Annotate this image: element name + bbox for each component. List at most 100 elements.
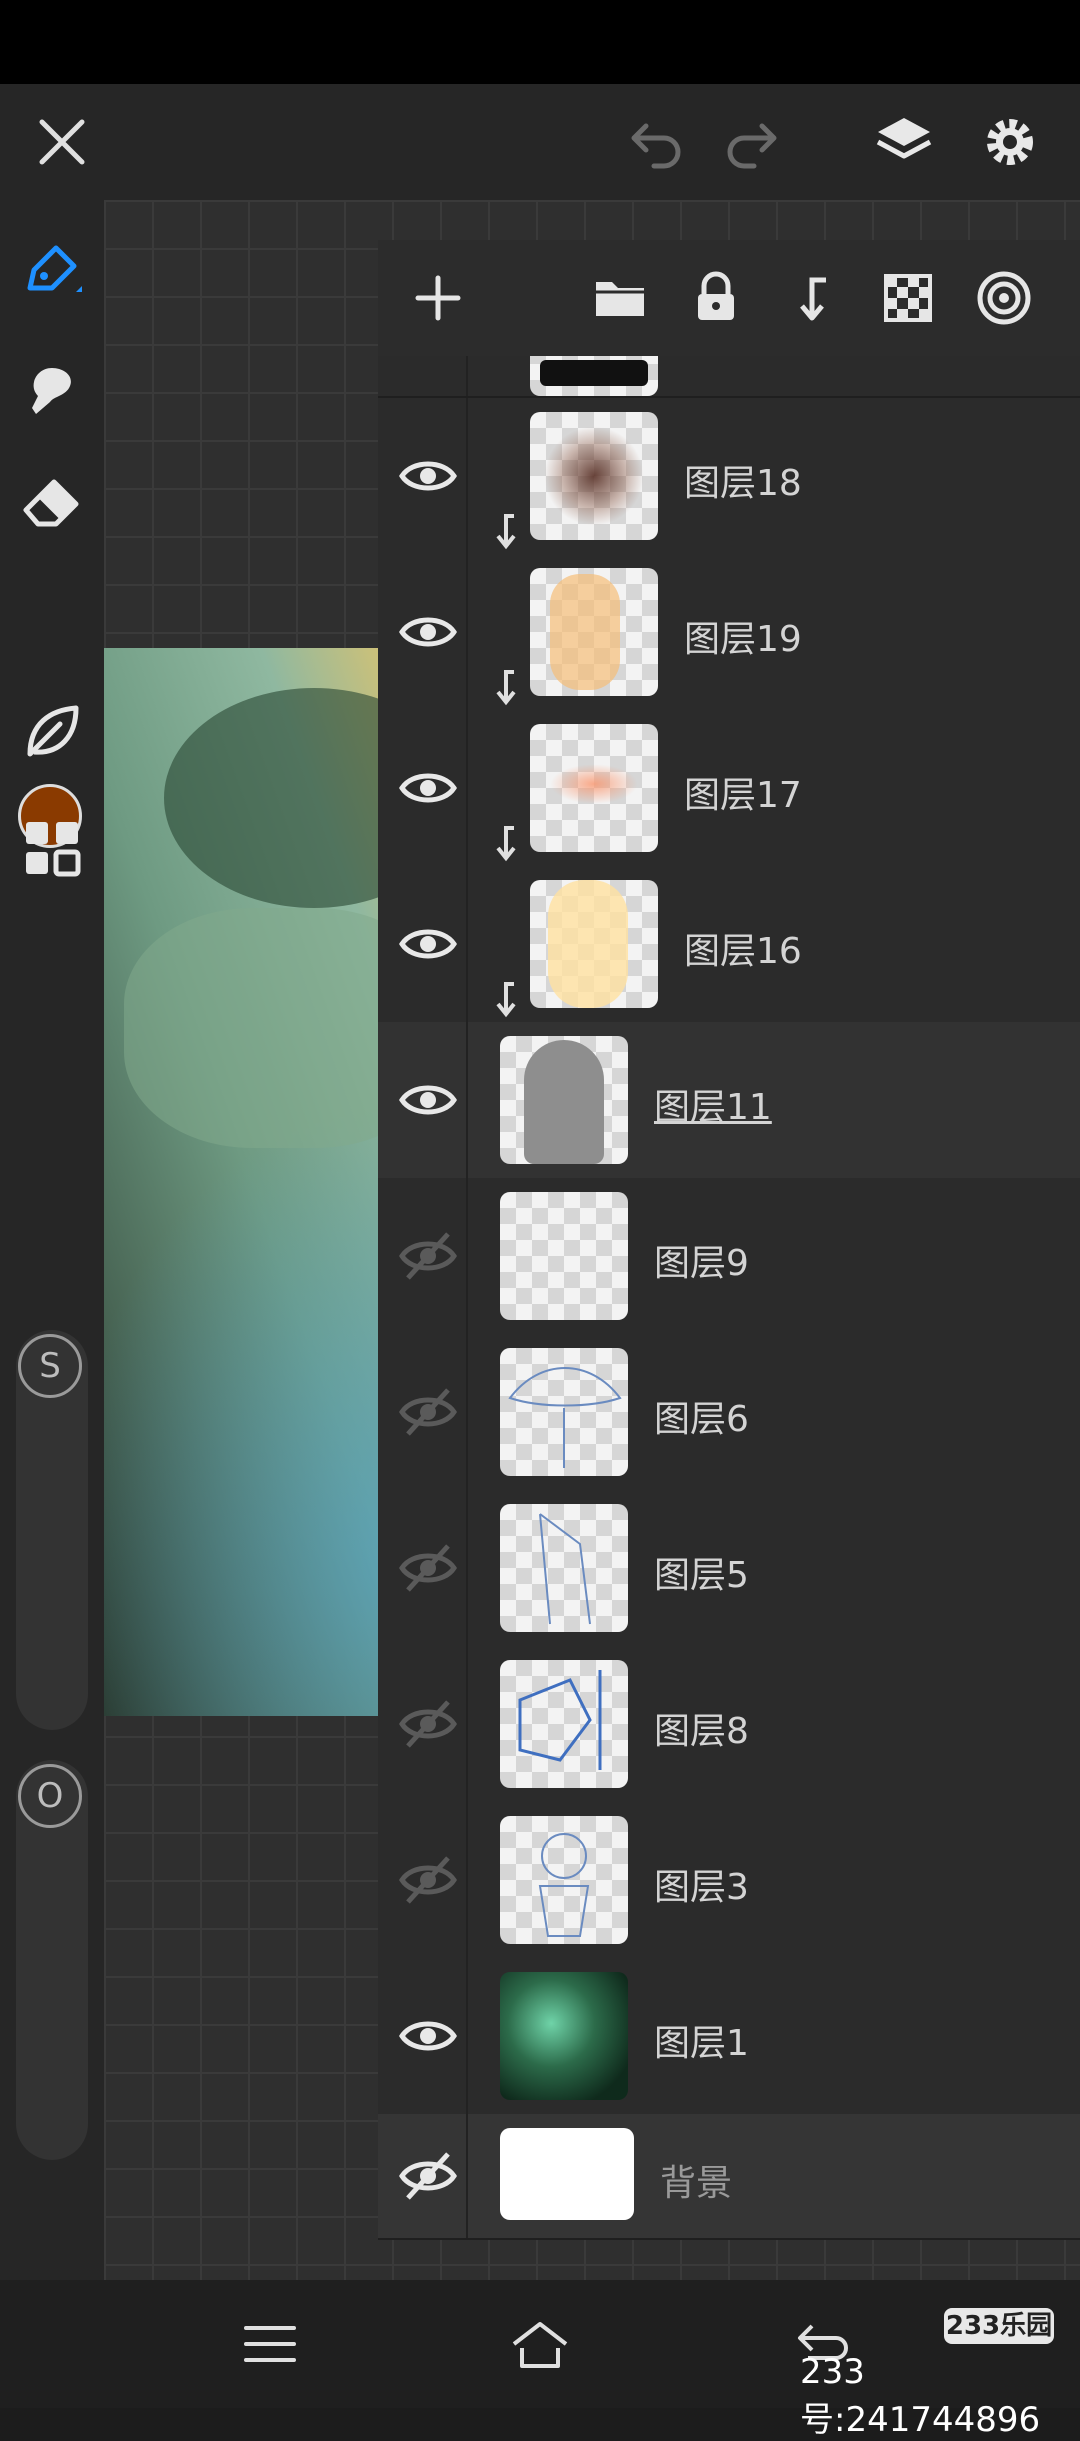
eye-hidden-icon[interactable] [398, 1694, 458, 1754]
eraser-tool-button[interactable] [14, 464, 90, 540]
clip-arrow-icon [496, 670, 516, 706]
clip-arrow-icon [496, 982, 516, 1018]
layer-thumbnail [530, 412, 658, 540]
layer-name: 图层1 [654, 2023, 749, 2064]
filter-tool-button[interactable] [14, 694, 90, 770]
blend-icon[interactable] [974, 268, 1034, 328]
status-bar [0, 0, 1080, 84]
layer-row-selected[interactable]: 图层11 [378, 1022, 1080, 1180]
smudge-icon [32, 368, 71, 414]
layer-thumbnail [500, 1192, 628, 1320]
eye-hidden-icon[interactable] [398, 2146, 458, 2206]
row-divider [466, 1022, 468, 1178]
layer-thumbnail [530, 356, 658, 396]
opacity-label: O [36, 1776, 64, 1816]
layer-name: 图层18 [684, 463, 802, 504]
row-divider [466, 1646, 468, 1802]
layer-thumbnail [500, 1036, 628, 1164]
gear-icon[interactable] [978, 110, 1042, 174]
eye-hidden-icon[interactable] [398, 1850, 458, 1910]
layer-name: 图层3 [654, 1867, 749, 1908]
eye-hidden-icon[interactable] [398, 1538, 458, 1598]
layer-row-background[interactable]: 背景 [378, 2114, 1080, 2240]
transparency-icon[interactable] [878, 268, 938, 328]
eye-icon[interactable] [398, 1070, 458, 1130]
materials-button[interactable] [14, 810, 90, 886]
leaf-icon [27, 705, 79, 757]
layer-row[interactable]: 图层3 [378, 1802, 1080, 1960]
eye-icon[interactable] [398, 758, 458, 818]
watermark-badge: 233乐园 [944, 2308, 1054, 2344]
home-icon[interactable] [508, 2314, 572, 2374]
row-divider [466, 866, 468, 1022]
row-divider [466, 1802, 468, 1958]
brush-size-knob[interactable]: S [18, 1334, 82, 1398]
eye-icon[interactable] [398, 446, 458, 506]
row-divider [466, 356, 468, 396]
grid-icon [26, 822, 81, 877]
eye-icon[interactable] [398, 602, 458, 662]
eye-hidden-icon[interactable] [398, 1226, 458, 1286]
layers-icon[interactable] [872, 110, 936, 174]
layer-thumbnail [530, 880, 658, 1008]
layer-thumbnail [500, 2128, 634, 2220]
tool-sidebar: S O [0, 200, 104, 2280]
menu-icon[interactable] [238, 2314, 302, 2374]
layer-row[interactable]: 图层18 [378, 398, 1080, 556]
close-icon[interactable] [30, 110, 94, 174]
row-divider [466, 1334, 468, 1490]
row-divider [466, 710, 468, 866]
folder-icon[interactable] [590, 268, 650, 328]
layer-row[interactable]: 图层5 [378, 1490, 1080, 1648]
layer-name: 图层8 [654, 1711, 749, 1752]
layer-row[interactable]: 图层9 [378, 1178, 1080, 1336]
row-divider [466, 554, 468, 710]
eye-hidden-icon[interactable] [398, 1382, 458, 1442]
row-divider [466, 2114, 468, 2238]
clip-arrow-icon [496, 514, 516, 550]
eye-icon[interactable] [398, 2006, 458, 2066]
layer-name: 图层17 [684, 775, 802, 816]
layer-name: 图层6 [654, 1399, 749, 1440]
row-divider [466, 398, 468, 554]
layer-thumbnail [500, 1348, 628, 1476]
layer-thumbnail [530, 724, 658, 852]
pen-icon [27, 245, 82, 292]
layer-row[interactable]: 图层8 [378, 1646, 1080, 1804]
undo-icon[interactable] [624, 110, 688, 174]
add-layer-icon[interactable] [408, 268, 468, 328]
row-divider [466, 1178, 468, 1334]
layer-name: 图层9 [654, 1243, 749, 1284]
eraser-icon [23, 479, 79, 527]
layer-row[interactable]: 图层16 [378, 866, 1080, 1024]
pen-tool-button[interactable] [14, 234, 90, 310]
layer-name: 图层16 [684, 931, 802, 972]
layer-row[interactable]: 图层17 [378, 710, 1080, 868]
row-divider [466, 1958, 468, 2114]
layer-thumbnail [500, 1816, 628, 1944]
redo-icon[interactable] [720, 110, 784, 174]
row-divider [466, 1490, 468, 1646]
layer-thumbnail [500, 1504, 628, 1632]
watermark-text: 233号:241744896 [800, 2352, 1041, 2440]
layer-thumbnail [500, 1660, 628, 1788]
smudge-tool-button[interactable] [14, 350, 90, 426]
layer-name: 背景 [660, 2163, 733, 2204]
top-bar [0, 84, 1080, 200]
layer-panel-toolbar [378, 240, 1080, 358]
layer-row[interactable]: 图层1 [378, 1958, 1080, 2116]
brush-opacity-knob[interactable]: O [18, 1764, 82, 1828]
layer-name: 图层19 [684, 619, 802, 660]
size-label: S [39, 1346, 61, 1386]
layer-row-partial[interactable] [378, 356, 1080, 398]
layer-row[interactable]: 图层19 [378, 554, 1080, 712]
layer-thumbnail [500, 1972, 628, 2100]
layer-name: 图层5 [654, 1555, 749, 1596]
clip-arrow-icon [496, 826, 516, 862]
layer-name: 图层11 [654, 1087, 772, 1128]
lock-icon[interactable] [686, 268, 746, 328]
layer-thumbnail [530, 568, 658, 696]
layer-row[interactable]: 图层6 [378, 1334, 1080, 1492]
eye-icon[interactable] [398, 914, 458, 974]
clip-icon[interactable] [782, 268, 842, 328]
